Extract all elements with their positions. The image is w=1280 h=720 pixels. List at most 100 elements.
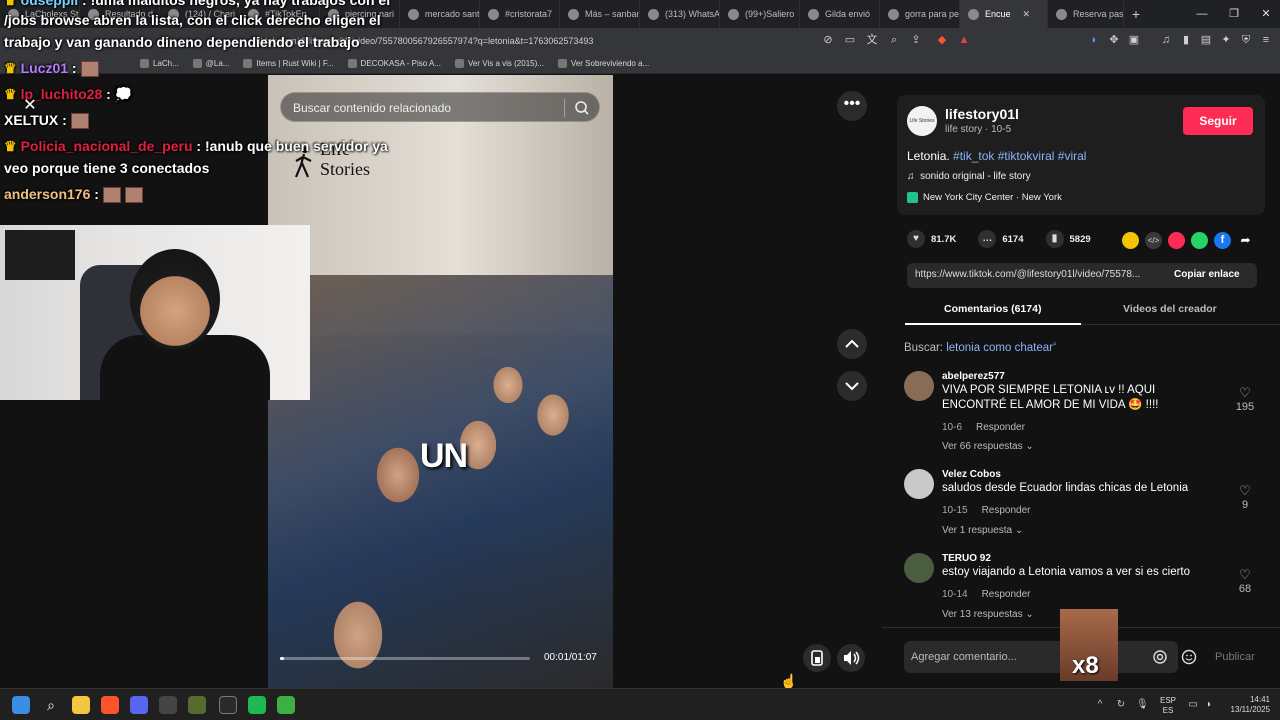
comment-username[interactable]: TERUO 92 <box>942 553 991 564</box>
comment-icon[interactable]: … <box>978 230 997 248</box>
search-hint-query[interactable]: letonia como chatear <box>946 342 1053 354</box>
maximize-icon[interactable]: ❐ <box>1218 0 1250 28</box>
new-tab-button[interactable]: + <box>1124 6 1148 22</box>
browser-tab[interactable]: #cristorata7 <box>480 0 560 28</box>
emoji-icon[interactable] <box>1181 649 1197 665</box>
close-window-icon[interactable]: ✕ <box>1250 0 1280 28</box>
more-options-button[interactable]: ••• <box>837 91 867 121</box>
bookmark-item[interactable]: Ver Sobreviviendo a... <box>557 59 649 68</box>
browser-tab[interactable]: Encue ✕ <box>960 0 1048 28</box>
share-arrow-icon[interactable]: ➦ <box>1237 232 1254 249</box>
follow-button[interactable]: Seguir <box>1183 107 1253 135</box>
language-indicator[interactable]: ESP ES <box>1160 696 1176 716</box>
hashtag[interactable]: #tik_tok <box>953 149 994 163</box>
file-explorer-icon[interactable] <box>72 696 90 714</box>
previous-video-button[interactable] <box>837 329 867 359</box>
bookmark-icon[interactable]: ▮ <box>1045 230 1064 248</box>
hashtag[interactable]: #viral <box>1058 149 1087 163</box>
minimize-icon[interactable]: — <box>1186 0 1218 28</box>
search-icon[interactable]: ⌕ <box>42 696 60 714</box>
publish-button[interactable]: Publicar <box>1215 651 1255 663</box>
video-link[interactable]: https://www.tiktok.com/@lifestory01l/vid… <box>915 269 1165 280</box>
browser-tab[interactable]: Más – sanban <box>560 0 640 28</box>
extensions-icon[interactable]: ✥ <box>1106 32 1122 48</box>
network-icon[interactable]: ▭ <box>1187 699 1199 711</box>
tray-sync-icon[interactable]: ↻ <box>1115 699 1127 711</box>
heart-outline-icon[interactable]: ♡ <box>1231 567 1259 583</box>
music-icon[interactable]: ♫ <box>1158 32 1174 48</box>
creator-name[interactable]: lifestory01l <box>945 106 1019 122</box>
volume-button[interactable] <box>837 644 865 672</box>
facebook-icon[interactable]: f <box>1214 232 1231 249</box>
creator-avatar[interactable]: Life Stories <box>907 106 937 136</box>
floating-player-button[interactable] <box>803 644 831 672</box>
ai-icon[interactable]: ✦ <box>1218 32 1234 48</box>
mention-icon[interactable] <box>1152 649 1168 665</box>
browser-tab[interactable]: mercado sant <box>400 0 480 28</box>
reply-button[interactable]: Responder <box>982 589 1031 600</box>
sound-link[interactable]: ♫ sonido original - life story <box>907 171 1031 182</box>
tab-creator-videos[interactable]: Videos del creador <box>1123 303 1217 315</box>
screenshot-icon[interactable]: ▣ <box>1126 32 1142 48</box>
translate-icon[interactable]: 文 <box>864 32 880 48</box>
comment-username[interactable]: Velez Cobos <box>942 469 1001 480</box>
whatsapp-icon[interactable] <box>1191 232 1208 249</box>
view-replies-link[interactable]: Ver 1 respuesta ⌄ <box>942 525 1023 536</box>
hashtag[interactable]: #tiktokviral <box>998 149 1055 163</box>
repost-icon[interactable] <box>1122 232 1139 249</box>
zoom-icon[interactable]: ⌕ <box>886 32 902 48</box>
avatar[interactable] <box>904 469 934 499</box>
epic-games-icon[interactable] <box>219 696 237 714</box>
comment-search-suggestion[interactable]: Buscar: letonia como chatear⌕ <box>904 341 1057 354</box>
browser-tab[interactable]: (313) WhatsA <box>640 0 720 28</box>
heart-icon[interactable]: ♥ <box>907 230 925 248</box>
brave-shield-icon[interactable]: ◆ <box>934 32 950 48</box>
comment-like[interactable]: ♡ 9 <box>1231 483 1259 511</box>
send-icon[interactable] <box>1168 232 1185 249</box>
view-replies-link[interactable]: Ver 13 respuestas ⌄ <box>942 609 1034 620</box>
reply-button[interactable]: Responder <box>976 422 1025 433</box>
copy-link-button[interactable]: Copiar enlace <box>1174 269 1240 280</box>
tray-chevron-icon[interactable]: ^ <box>1094 699 1106 711</box>
close-icon[interactable]: ✕ <box>20 96 40 116</box>
comment-like[interactable]: ♡ 195 <box>1231 385 1259 413</box>
heart-outline-icon[interactable]: ♡ <box>1231 385 1259 401</box>
heart-outline-icon[interactable]: ♡ <box>1231 483 1259 499</box>
next-video-button[interactable] <box>837 371 867 401</box>
browser-tab[interactable]: (99+)Saliero <box>720 0 800 28</box>
vpn-icon[interactable]: ⛨ <box>1238 32 1254 48</box>
close-tab-icon[interactable]: ✕ <box>1023 9 1031 20</box>
share-icon[interactable]: ⇪ <box>908 32 924 48</box>
rewards-icon[interactable]: ▲ <box>956 32 972 48</box>
menu-icon[interactable]: ≡ <box>1258 32 1274 48</box>
spotify-icon[interactable] <box>248 696 266 714</box>
microphone-icon[interactable]: 🎙 <box>1136 699 1149 711</box>
search-icon[interactable] <box>573 99 591 117</box>
embed-icon[interactable]: </> <box>1145 232 1162 249</box>
bookmark-item[interactable]: Ver Vis a vis (2015)... <box>455 59 544 68</box>
video-progress-bar[interactable] <box>280 657 530 660</box>
location-link[interactable]: New York City Center · New York <box>907 192 1062 203</box>
speaker-icon[interactable]: ◗ <box>1203 699 1215 711</box>
browser-tab[interactable]: Reserva pasa <box>1048 0 1124 28</box>
comment-input[interactable]: Agregar comentario... <box>904 641 1178 673</box>
tab-comments[interactable]: Comentarios (6174) <box>944 303 1041 315</box>
system-clock[interactable]: 14:41 13/11/2025 <box>1226 695 1270 715</box>
sidebar-icon[interactable]: ▮ <box>1178 32 1194 48</box>
steam-icon[interactable] <box>159 696 177 714</box>
avatar[interactable] <box>904 553 934 583</box>
wallet-icon[interactable]: ▤ <box>1198 32 1214 48</box>
brave-browser-icon[interactable] <box>101 696 119 714</box>
discord-icon[interactable] <box>130 696 148 714</box>
windows-start-icon[interactable] <box>12 696 30 714</box>
view-replies-link[interactable]: Ver 66 respuestas ⌄ <box>942 441 1034 452</box>
reply-button[interactable]: Responder <box>982 505 1031 516</box>
avatar[interactable] <box>904 371 934 401</box>
comment-username[interactable]: abelperez577 <box>942 371 1005 382</box>
screen-icon[interactable]: ▭ <box>842 32 858 48</box>
browser-tab[interactable]: Gilda envió <box>800 0 880 28</box>
reader-icon[interactable]: ⊘ <box>820 32 836 48</box>
audio-icon[interactable]: ◗ <box>1086 32 1102 48</box>
minecraft-icon[interactable] <box>277 696 295 714</box>
browser-tab[interactable]: gorra para pe <box>880 0 960 28</box>
